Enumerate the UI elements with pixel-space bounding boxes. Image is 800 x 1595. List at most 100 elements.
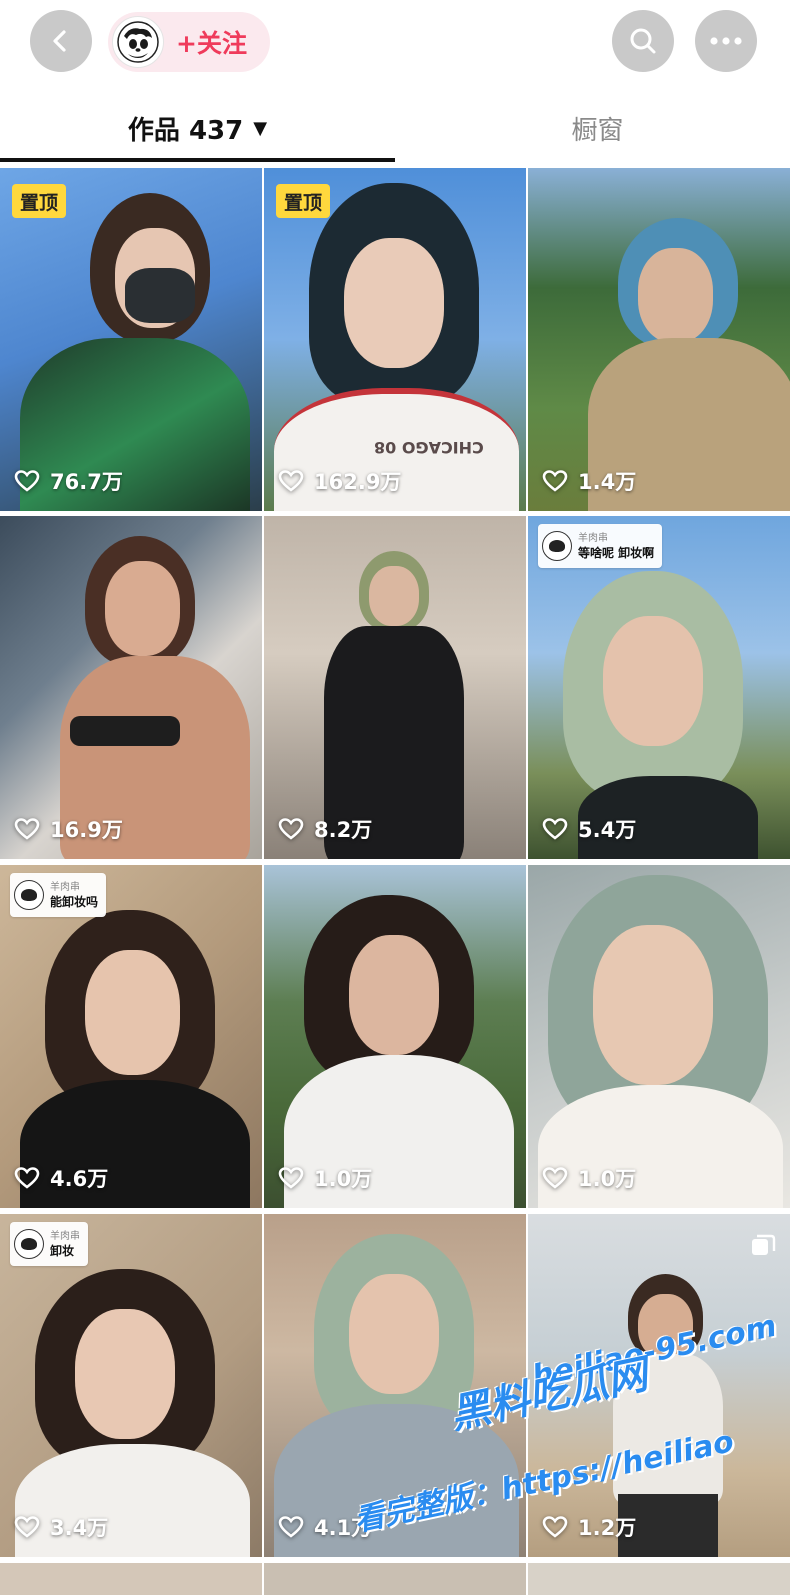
like-count: 4.1万 xyxy=(278,1511,372,1543)
pinned-badge: 置顶 xyxy=(276,184,331,218)
face-shape xyxy=(638,1294,693,1359)
tab-works[interactable]: 作品 437 ▼ xyxy=(0,100,395,156)
like-count-text: 5.4万 xyxy=(578,818,637,842)
tab-shop-label: 橱窗 xyxy=(571,115,624,146)
like-count: 3.4万 xyxy=(14,1511,108,1543)
profile-tabs: 作品 437 ▼ 橱窗 xyxy=(0,100,800,164)
caret-down-icon: ▼ xyxy=(253,117,268,139)
like-count-text: 76.7万 xyxy=(50,470,123,494)
like-count: 8.2万 xyxy=(278,813,372,845)
more-button[interactable] xyxy=(695,10,757,72)
more-icon xyxy=(710,37,742,45)
heart-icon xyxy=(278,818,304,840)
like-count-text: 16.9万 xyxy=(50,818,123,842)
caption-author: 羊肉串 xyxy=(50,1231,80,1242)
tab-works-label: 作品 437 xyxy=(127,115,244,146)
face-shape xyxy=(593,925,713,1085)
face-shape xyxy=(369,566,419,626)
avatar[interactable] xyxy=(112,16,164,68)
mask-shape xyxy=(125,268,195,323)
like-count: 76.7万 xyxy=(14,465,123,497)
top-shape xyxy=(613,1354,723,1504)
video-tile[interactable]: 1.0万 xyxy=(528,865,790,1208)
like-count: 5.4万 xyxy=(542,813,636,845)
caption-avatar xyxy=(14,1229,44,1259)
heart-icon xyxy=(542,470,568,492)
video-tile[interactable]: 4.1万 xyxy=(264,1214,526,1557)
video-thumbnail xyxy=(0,1563,262,1595)
video-thumbnail xyxy=(528,1563,790,1595)
like-count-text: 8.2万 xyxy=(314,818,373,842)
like-count: 1.2万 xyxy=(542,1511,636,1543)
tab-shop[interactable]: 橱窗 xyxy=(395,100,800,156)
heart-icon xyxy=(14,470,40,492)
caption-author: 羊肉串 xyxy=(50,882,80,893)
like-count: 1.0万 xyxy=(542,1162,636,1194)
active-tab-indicator xyxy=(0,158,395,162)
video-tile[interactable]: 羊肉串 能卸妆吗 4.6万 xyxy=(0,865,262,1208)
caption-card: 羊肉串 卸妆 xyxy=(10,1222,88,1266)
heart-icon xyxy=(542,818,568,840)
video-thumbnail xyxy=(264,1563,526,1595)
search-button[interactable] xyxy=(612,10,674,72)
video-tile[interactable]: 1.2万 xyxy=(528,1214,790,1557)
multi-image-icon xyxy=(752,1234,776,1255)
caption-card: 羊肉串 能卸妆吗 xyxy=(10,873,107,917)
video-tile[interactable]: 1.4万 xyxy=(528,168,790,511)
heart-icon xyxy=(542,1167,568,1189)
like-count: 1.4万 xyxy=(542,465,636,497)
face-shape xyxy=(105,561,180,656)
panda-avatar-icon xyxy=(117,21,159,63)
caption-card: 羊肉串 等啥呢 卸妆啊 xyxy=(538,524,663,568)
video-tile[interactable] xyxy=(0,1563,262,1595)
like-count: 4.6万 xyxy=(14,1162,108,1194)
like-count-text: 162.9万 xyxy=(314,470,402,494)
pinned-badge: 置顶 xyxy=(12,184,67,218)
face-shape xyxy=(85,950,180,1075)
like-count: 162.9万 xyxy=(278,465,401,497)
face-shape xyxy=(349,935,439,1055)
caption-avatar xyxy=(14,880,44,910)
video-tile[interactable]: 1.0万 xyxy=(264,865,526,1208)
like-count-text: 1.2万 xyxy=(578,1516,637,1540)
follow-label: +关注 xyxy=(176,29,247,58)
video-tile[interactable] xyxy=(264,1563,526,1595)
heart-icon xyxy=(278,1167,304,1189)
like-count-text: 1.0万 xyxy=(578,1167,637,1191)
video-tile[interactable]: 置顶 76.7万 xyxy=(0,168,262,511)
face-shape xyxy=(349,1274,439,1394)
heart-icon xyxy=(542,1516,568,1538)
like-count-text: 4.1万 xyxy=(314,1516,373,1540)
shirt-text: CHICAGO 08 xyxy=(374,438,484,457)
like-count-text: 1.4万 xyxy=(578,470,637,494)
like-count: 1.0万 xyxy=(278,1162,372,1194)
video-tile[interactable]: 16.9万 xyxy=(0,516,262,859)
video-tile[interactable]: CHICAGO 08 置顶 162.9万 xyxy=(264,168,526,511)
caption-avatar xyxy=(542,531,572,561)
face-shape xyxy=(638,248,713,343)
caption-text: 能卸妆吗 xyxy=(50,895,99,909)
video-grid: 置顶 76.7万 CHICAGO 08 置顶 162.9万 1.4万 16.9万… xyxy=(0,168,800,1595)
video-tile[interactable] xyxy=(528,1563,790,1595)
face-shape xyxy=(344,238,444,368)
face-shape xyxy=(75,1309,175,1439)
video-tile[interactable]: 羊肉串 等啥呢 卸妆啊 5.4万 xyxy=(528,516,790,859)
profile-header: +关注 xyxy=(0,0,800,90)
search-icon xyxy=(630,28,656,54)
back-button[interactable] xyxy=(30,10,92,72)
caption-author: 羊肉串 xyxy=(578,533,608,544)
face-shape xyxy=(603,616,703,746)
top-shape xyxy=(70,716,180,746)
heart-icon xyxy=(14,1167,40,1189)
like-count-text: 4.6万 xyxy=(50,1167,109,1191)
like-count: 16.9万 xyxy=(14,813,123,845)
video-tile[interactable]: 8.2万 xyxy=(264,516,526,859)
chevron-left-icon xyxy=(53,30,66,52)
video-tile[interactable]: 羊肉串 卸妆 3.4万 xyxy=(0,1214,262,1557)
heart-icon xyxy=(278,470,304,492)
heart-icon xyxy=(14,818,40,840)
heart-icon xyxy=(14,1516,40,1538)
like-count-text: 1.0万 xyxy=(314,1167,373,1191)
follow-button[interactable]: +关注 xyxy=(108,12,270,72)
caption-text: 卸妆 xyxy=(50,1244,75,1258)
